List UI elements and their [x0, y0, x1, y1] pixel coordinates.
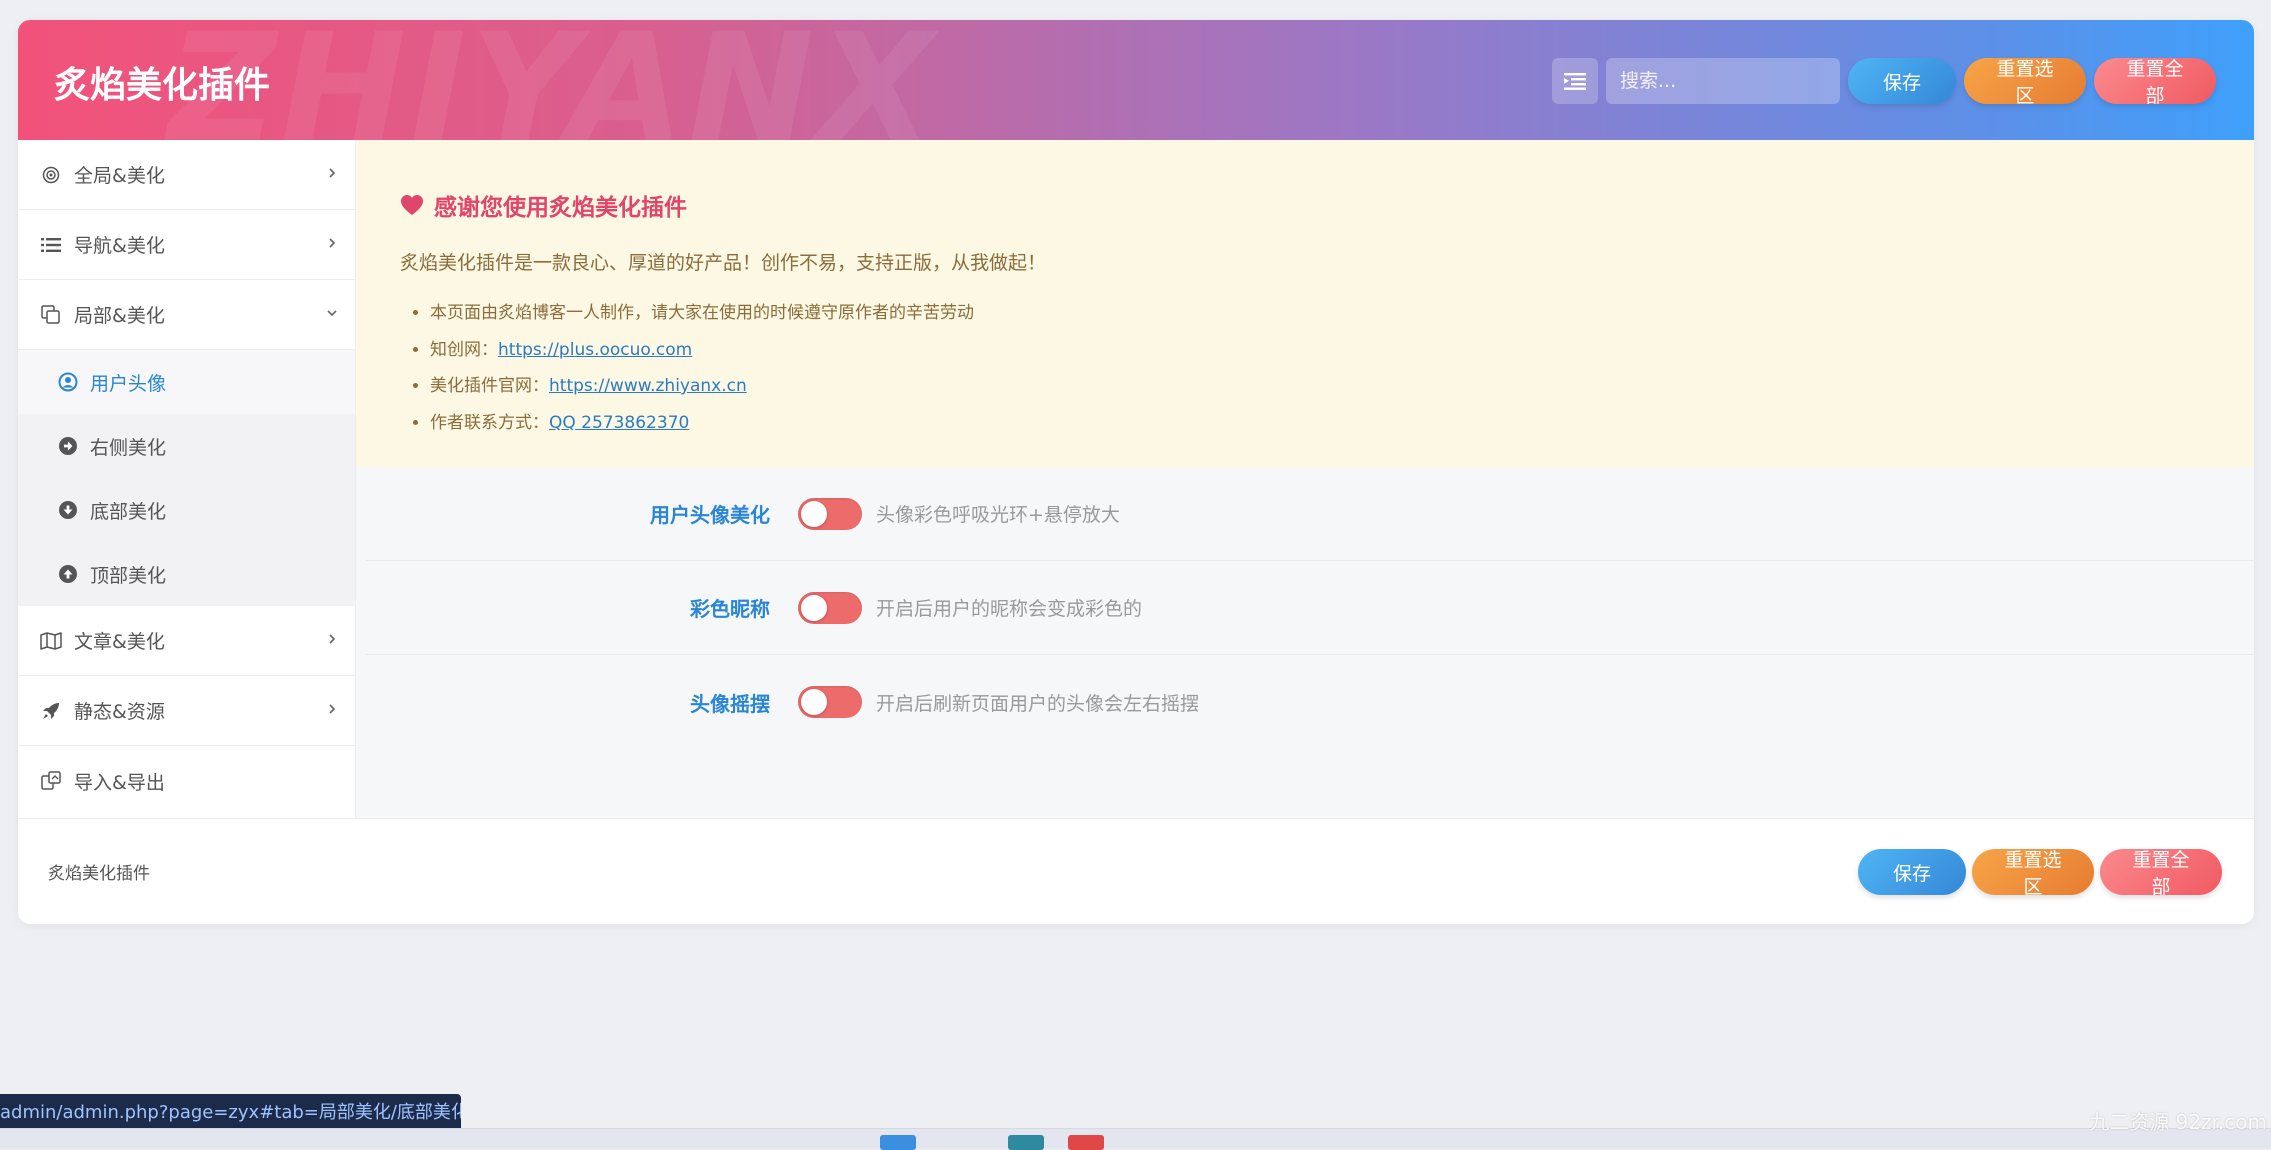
list-item: 本页面由炙焰博客一人制作，请大家在使用的时候遵守原作者的辛苦劳动 [430, 295, 2254, 332]
menu-toggle-button[interactable] [1552, 58, 1598, 104]
sidebar-subitem-label: 顶部美化 [90, 564, 167, 587]
brand-title: 炙焰美化插件 [54, 65, 271, 106]
list-item: 美化插件官网：https://www.zhiyanx.cn [430, 368, 2254, 405]
chevron-right-icon [329, 634, 336, 644]
sidebar-subitem-bottom[interactable]: 底部美化 [18, 478, 355, 542]
status-url-bar: admin/admin.php?page=zyx#tab=局部美化/底部美化 [0, 1094, 461, 1128]
sidebar-item-local[interactable]: 局部&美化 [18, 280, 355, 350]
chevron-right-icon [329, 168, 336, 178]
app-icon[interactable] [1008, 1135, 1044, 1150]
sidebar-subitem-label: 右侧美化 [90, 436, 167, 459]
user-circle-icon [58, 372, 78, 392]
sidebar-item-label: 导入&导出 [74, 771, 165, 794]
target-icon [40, 164, 62, 186]
sidebar-item-article[interactable]: 文章&美化 [18, 606, 355, 676]
avatar-beautify-toggle[interactable] [798, 497, 862, 530]
main-content: 感谢您使用炙焰美化插件 炙焰美化插件是一款良心、厚道的好产品！创作不易，支持正版… [356, 140, 2254, 818]
arrow-right-circle-icon [58, 436, 78, 456]
sidebar-item-label: 全局&美化 [74, 165, 165, 187]
chevron-right-icon [329, 704, 336, 714]
arrow-down-circle-icon [58, 500, 78, 520]
reset-section-button[interactable]: 重置选区 [1964, 58, 2086, 107]
transfer-icon [40, 770, 62, 792]
field-colorful-nickname: 彩色昵称 开启后用户的昵称会变成彩色的 [366, 561, 2254, 655]
footer-actions: 保存 重置选区 重置全部 [1858, 849, 2222, 898]
toggle-knob [801, 594, 827, 621]
notice-title-text: 感谢您使用炙焰美化插件 [434, 195, 687, 221]
sidebar-item-label: 静态&资源 [74, 701, 165, 723]
windows-start-icon[interactable] [880, 1135, 916, 1150]
sidebar: 全局&美化 导航&美化 局部&美化 用户头像 右侧美化 底部美化 顶部美化 文章… [18, 140, 356, 818]
footer-bar: 炙焰美化插件 保存 重置选区 重置全部 [18, 818, 2254, 924]
official-site-link[interactable]: https://www.zhiyanx.cn [549, 376, 747, 396]
options-panel: ZHIYANX 炙焰美化插件 保存 重置选区 重置全部 全局 [18, 20, 2254, 924]
zhichuang-link[interactable]: https://plus.oocuo.com [498, 340, 692, 360]
toggle-knob [801, 500, 827, 527]
taskbar [0, 1128, 2271, 1150]
sidebar-item-label: 文章&美化 [74, 631, 165, 653]
sidebar-subitem-label: 底部美化 [90, 500, 167, 523]
sidebar-item-static[interactable]: 静态&资源 [18, 676, 355, 746]
notice-item-text: 作者联系方式： [430, 412, 549, 433]
notice-item-text: 知创网： [430, 339, 498, 360]
menu-list-icon [1564, 73, 1586, 90]
sidebar-subitem-top[interactable]: 顶部美化 [18, 542, 355, 606]
footer-reset-all-button[interactable]: 重置全部 [2100, 849, 2222, 898]
sidebar-item-import-export[interactable]: 导入&导出 [18, 746, 355, 816]
field-label: 用户头像美化 [650, 503, 770, 527]
field-description: 开启后用户的昵称会变成彩色的 [876, 598, 1143, 620]
footer-brand: 炙焰美化插件 [48, 864, 150, 884]
chevron-down-icon [327, 310, 337, 317]
notice-title: 感谢您使用炙焰美化插件 [400, 188, 2254, 222]
arrow-up-circle-icon [58, 564, 78, 584]
sidebar-item-nav[interactable]: 导航&美化 [18, 210, 355, 280]
notice-item-text: 美化插件官网： [430, 376, 549, 396]
sidebar-subitem-avatar[interactable]: 用户头像 [18, 350, 355, 414]
sidebar-item-label: 局部&美化 [74, 305, 165, 327]
notice-description: 炙焰美化插件是一款良心、厚道的好产品！创作不易，支持正版，从我做起！ [400, 252, 1047, 274]
submenu-local: 用户头像 右侧美化 底部美化 顶部美化 [18, 350, 355, 606]
qq-contact-link[interactable]: QQ 2573862370 [549, 413, 689, 433]
header-tools: 保存 重置选区 重置全部 [1552, 58, 2216, 107]
sidebar-item-global[interactable]: 全局&美化 [18, 140, 355, 210]
save-button[interactable]: 保存 [1848, 58, 1956, 104]
notice-item-text: 本页面由炙焰博客一人制作，请大家在使用的时候遵守原作者的辛苦劳动 [430, 303, 974, 323]
avatar-swing-toggle[interactable] [798, 686, 862, 718]
list-item: 知创网：https://plus.oocuo.com [430, 332, 2254, 369]
copy-icon [40, 304, 62, 326]
colorful-nickname-toggle[interactable] [798, 591, 862, 624]
field-description: 头像彩色呼吸光环+悬停放大 [876, 504, 1120, 526]
map-icon [40, 630, 62, 652]
field-avatar-swing: 头像摇摆 开启后刷新页面用户的头像会左右摇摆 [366, 655, 2254, 749]
field-description: 开启后刷新页面用户的头像会左右摇摆 [876, 692, 1200, 715]
chevron-right-icon [329, 238, 336, 248]
list-item: 作者联系方式：QQ 2573862370 [430, 405, 2254, 442]
field-avatar-beautify: 用户头像美化 头像彩色呼吸光环+悬停放大 [366, 467, 2254, 561]
list-icon [40, 234, 62, 256]
field-label: 头像摇摆 [690, 691, 770, 716]
toggle-knob [801, 689, 827, 715]
footer-save-button[interactable]: 保存 [1858, 849, 1966, 895]
search-input[interactable] [1606, 58, 1840, 104]
notice-list: 本页面由炙焰博客一人制作，请大家在使用的时候遵守原作者的辛苦劳动 知创网：htt… [400, 295, 2254, 441]
sidebar-subitem-label: 用户头像 [90, 372, 167, 395]
sidebar-item-label: 导航&美化 [74, 235, 165, 257]
heart-icon [401, 195, 423, 215]
browser-icon[interactable] [1068, 1135, 1104, 1150]
field-label: 彩色昵称 [690, 597, 770, 621]
reset-all-button[interactable]: 重置全部 [2094, 58, 2216, 107]
sidebar-subitem-right[interactable]: 右侧美化 [18, 414, 355, 478]
corner-watermark: 九二资源 92zr.com [2089, 1110, 2267, 1134]
rocket-icon [40, 700, 62, 722]
notice-box: 感谢您使用炙焰美化插件 炙焰美化插件是一款良心、厚道的好产品！创作不易，支持正版… [356, 140, 2254, 467]
footer-reset-section-button[interactable]: 重置选区 [1972, 849, 2094, 898]
header-bar: ZHIYANX 炙焰美化插件 保存 重置选区 重置全部 [18, 20, 2254, 176]
